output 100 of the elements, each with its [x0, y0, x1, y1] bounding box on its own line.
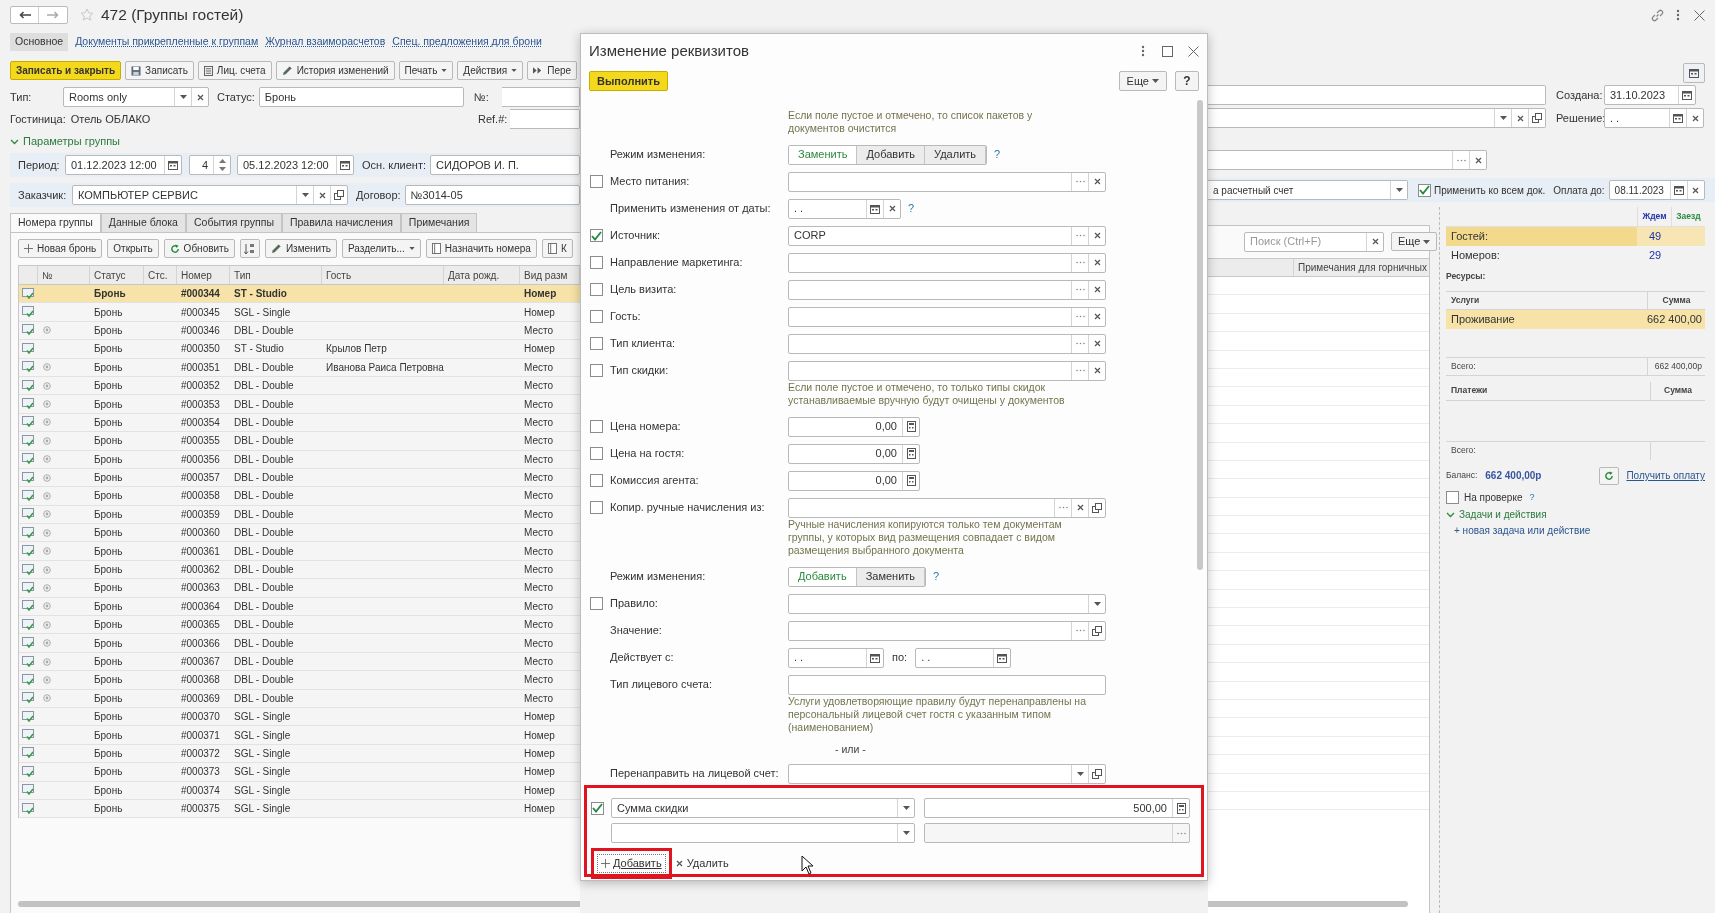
input-field[interactable]	[788, 360, 1106, 381]
ellipsis-icon[interactable]	[1058, 506, 1068, 509]
table-row[interactable]: Бронь #000361 DBL - Double Место	[19, 542, 580, 561]
close-icon[interactable]	[1093, 367, 1101, 374]
checkbox[interactable]	[590, 597, 603, 610]
table-row[interactable]: Бронь #000366 DBL - Double Место	[19, 634, 580, 653]
table-row[interactable]: Бронь #000371 SGL - Single Номер	[19, 726, 580, 745]
checkbox[interactable]	[590, 310, 603, 323]
checkbox[interactable]	[590, 229, 603, 242]
input-field[interactable]	[788, 171, 1106, 192]
input-field[interactable]	[788, 763, 1106, 784]
link[interactable]: Получить оплату	[1626, 468, 1705, 484]
ellipsis-icon[interactable]	[1075, 315, 1085, 318]
toolbar-button[interactable]: Обновить	[163, 239, 235, 258]
input-field[interactable]	[788, 620, 1106, 641]
close-icon[interactable]	[1188, 45, 1199, 57]
more-icon[interactable]	[1141, 45, 1145, 57]
checkbox[interactable]	[590, 175, 603, 188]
input-field[interactable]	[1208, 150, 1487, 170]
table-row[interactable]: Бронь #000368 DBL - Double Место	[19, 671, 580, 690]
close-icon[interactable]	[1474, 156, 1482, 164]
segment-button[interactable]: Заменить	[789, 145, 858, 164]
delete-button[interactable]: Удалить	[675, 855, 729, 872]
calendar-icon[interactable]	[168, 160, 178, 170]
input-field[interactable]: 05.12.2023 12:00	[237, 155, 354, 175]
caret-icon[interactable]	[1076, 771, 1084, 776]
close-icon[interactable]	[318, 191, 326, 199]
scrollbar[interactable]	[1197, 100, 1203, 570]
checkbox[interactable]	[590, 420, 603, 433]
calculator-icon[interactable]	[1176, 802, 1186, 814]
tab[interactable]: События группы	[185, 213, 282, 232]
ellipsis-icon[interactable]	[1075, 261, 1085, 264]
input-field[interactable]: а расчетный счет	[1208, 180, 1408, 200]
calendar-view-button[interactable]	[1683, 63, 1705, 83]
segment-button[interactable]: Добавить	[789, 567, 857, 586]
input-field[interactable]: 01.12.2023 12:00	[65, 155, 182, 175]
table-row[interactable]: Бронь #000355 DBL - Double Место	[19, 432, 580, 451]
checkbox[interactable]	[590, 283, 603, 296]
input-field[interactable]	[1208, 85, 1546, 105]
input-field[interactable]	[788, 593, 1106, 614]
more-button[interactable]: Еще	[1391, 232, 1438, 251]
input-field[interactable]	[788, 279, 1106, 300]
scrollbar[interactable]	[1208, 901, 1408, 907]
close-icon[interactable]	[1093, 259, 1101, 266]
table-row[interactable]: Бронь #000365 DBL - Double Место	[19, 616, 580, 635]
close-icon[interactable]	[1093, 178, 1101, 185]
link[interactable]: Журнал взаиморасчетов	[265, 34, 386, 50]
input-field[interactable]: 0,00	[788, 470, 920, 491]
close-icon[interactable]	[1076, 504, 1084, 511]
input-field[interactable]: . .	[1604, 108, 1704, 128]
toolbar-button[interactable]: Пере	[527, 61, 578, 80]
help-link[interactable]: ?	[994, 146, 1001, 163]
scrollbar[interactable]	[18, 901, 580, 907]
calendar-icon[interactable]	[997, 652, 1008, 663]
caret-icon[interactable]	[902, 806, 910, 810]
help-link[interactable]: ?	[908, 200, 915, 217]
ellipsis-icon[interactable]	[1075, 288, 1085, 291]
input-field[interactable]: №3014-05	[404, 185, 580, 205]
table-row[interactable]: Бронь #000344 ST - Studio Номер	[19, 285, 580, 304]
close-icon[interactable]	[1516, 114, 1524, 122]
close-icon[interactable]	[1371, 238, 1379, 245]
run-button[interactable]: Выполнить	[589, 71, 668, 91]
calculator-icon[interactable]	[906, 475, 916, 486]
checkbox[interactable]	[590, 501, 603, 514]
checkbox[interactable]	[590, 256, 603, 269]
tab[interactable]: Номера группы	[10, 213, 101, 232]
tab[interactable]: Правила начисления	[281, 213, 401, 232]
toolbar-button[interactable]: Лиц. счета	[197, 61, 272, 80]
ellipsis-icon[interactable]	[1075, 180, 1085, 183]
toolbar-button[interactable]: К	[541, 239, 573, 258]
link[interactable]: Спец. предложения для брони	[392, 34, 542, 50]
caret-icon[interactable]	[1499, 116, 1507, 120]
open-window-icon[interactable]	[1532, 113, 1542, 123]
table-row[interactable]: Бронь #000358 DBL - Double Место	[19, 487, 580, 506]
input-field[interactable]: Сумма скидки	[611, 798, 915, 818]
calendar-icon[interactable]	[1673, 113, 1683, 123]
toolbar-button[interactable]: Открыть	[107, 239, 159, 258]
checkbox[interactable]	[590, 364, 603, 377]
input-field[interactable]: 500,00	[924, 798, 1190, 818]
input-field[interactable]: . .	[788, 647, 884, 668]
ellipsis-icon[interactable]	[1075, 629, 1085, 632]
close-icon[interactable]	[1093, 232, 1101, 239]
calculator-icon[interactable]	[906, 421, 916, 432]
input-field[interactable]	[788, 497, 1106, 518]
calculator-icon[interactable]	[906, 448, 916, 459]
section-header[interactable]: Задачи и действия	[1459, 507, 1547, 523]
help-link[interactable]: ?	[1529, 491, 1535, 505]
caret-icon[interactable]	[1093, 601, 1101, 606]
close-icon[interactable]	[1093, 313, 1101, 320]
ellipsis-icon[interactable]	[1075, 369, 1085, 372]
star-icon[interactable]	[80, 8, 94, 22]
tab[interactable]: Данные блока	[100, 213, 186, 232]
toolbar-button[interactable]: Изменить	[264, 239, 337, 258]
input-field[interactable]	[788, 306, 1106, 327]
input-field[interactable]: 0,00	[788, 416, 920, 437]
link-icon[interactable]	[1651, 8, 1664, 22]
caret-icon[interactable]	[1395, 188, 1403, 192]
calendar-icon[interactable]	[870, 652, 880, 663]
more-button[interactable]: Еще	[1118, 71, 1167, 91]
caret-icon[interactable]	[301, 193, 309, 197]
